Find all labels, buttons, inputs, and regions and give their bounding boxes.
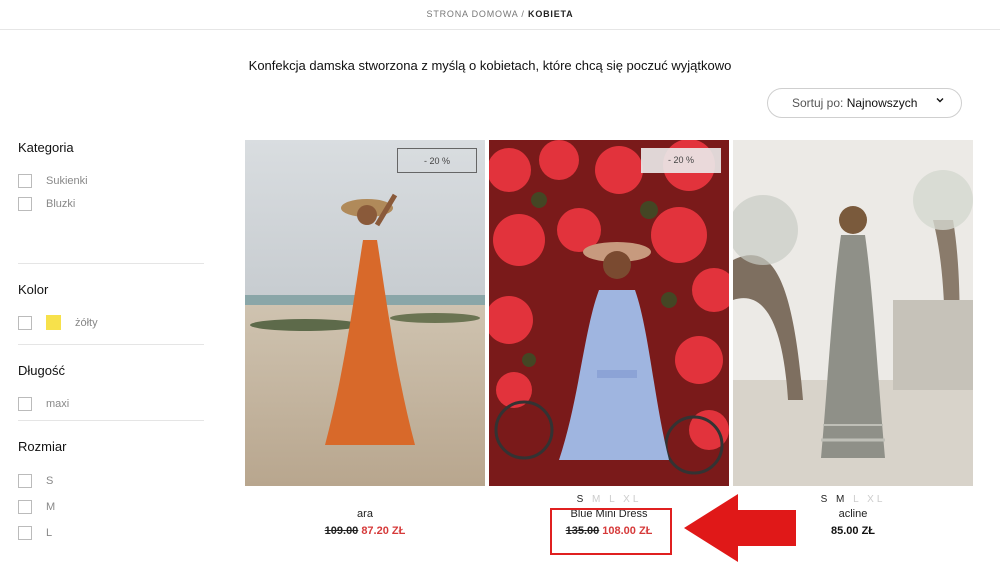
filter-title-category: Kategoria (18, 140, 74, 155)
product-card[interactable]: - 20 % S M L XL Blue Mini Dress 135.00 10… (489, 140, 729, 537)
product-card[interactable]: S M L XL acline 85.00 ZŁ (733, 140, 973, 537)
filter-title-color: Kolor (18, 282, 49, 297)
product-price: 109.00 87.20 ZŁ (245, 525, 485, 537)
arrow-left-icon (684, 494, 796, 562)
product-card[interactable]: - 20 % ara 109.00 87.20 ZŁ (245, 140, 485, 537)
color-swatch (46, 315, 61, 330)
discount-badge: - 20 % (397, 148, 477, 173)
filter-title-size: Rozmiar (18, 439, 67, 454)
size-option[interactable]: S (577, 494, 587, 505)
checkbox[interactable] (18, 196, 32, 211)
divider (18, 344, 204, 345)
filter-option-s[interactable]: S (18, 468, 204, 494)
filter-title-length: Długość (18, 363, 65, 378)
filter-option-maxi[interactable]: maxi (18, 392, 204, 415)
divider (18, 263, 204, 264)
filter-option-yellow[interactable]: żółty (18, 311, 204, 334)
checkbox[interactable] (18, 173, 32, 188)
product-name[interactable]: ara (245, 508, 485, 520)
highlight-box (550, 508, 672, 555)
size-option[interactable]: M (836, 494, 847, 505)
checkbox[interactable] (18, 526, 32, 540)
filter-option-bluzki[interactable]: Bluzki (18, 192, 204, 215)
divider (18, 420, 204, 421)
filter-option-sukienki[interactable]: Sukienki (18, 169, 204, 192)
size-list (245, 494, 485, 506)
filter-option-l[interactable]: L (18, 520, 204, 546)
sale-price: 87.20 ZŁ (361, 525, 406, 537)
breadcrumb: STRONA DOMOWA / KOBIETA (0, 0, 1000, 30)
sort-dropdown[interactable]: Sortuj po: Najnowszych (767, 88, 962, 118)
size-option[interactable]: L (609, 494, 617, 505)
size-option[interactable]: M (592, 494, 603, 505)
size-option[interactable]: S (821, 494, 831, 505)
checkbox[interactable] (18, 396, 32, 411)
filter-option-m[interactable]: M (18, 494, 204, 520)
sort-value: Najnowszych (846, 96, 918, 110)
checkbox[interactable] (18, 474, 32, 488)
chevron-down-icon (935, 89, 945, 117)
filter-sidebar: Kategoria Sukienki Bluzki Kolor żółty Dł… (18, 140, 204, 546)
discount-badge: - 20 % (641, 148, 721, 173)
product-image[interactable]: - 20 % (245, 140, 485, 486)
size-option[interactable]: XL (867, 494, 885, 505)
page-tagline: Konfekcja damska stworzona z myślą o kob… (248, 58, 732, 73)
checkbox[interactable] (18, 500, 32, 514)
checkbox[interactable] (18, 315, 32, 330)
price-value: 85.00 ZŁ (830, 525, 876, 537)
breadcrumb-home[interactable]: STRONA DOMOWA (427, 9, 519, 19)
breadcrumb-current: KOBIETA (528, 9, 574, 19)
product-image[interactable] (733, 140, 973, 486)
breadcrumb-separator: / (521, 9, 525, 19)
product-image[interactable]: - 20 % (489, 140, 729, 486)
size-option[interactable]: L (853, 494, 861, 505)
old-price: 109.00 (324, 525, 359, 537)
size-option[interactable]: XL (623, 494, 641, 505)
sort-prefix: Sortuj po: (792, 96, 844, 110)
